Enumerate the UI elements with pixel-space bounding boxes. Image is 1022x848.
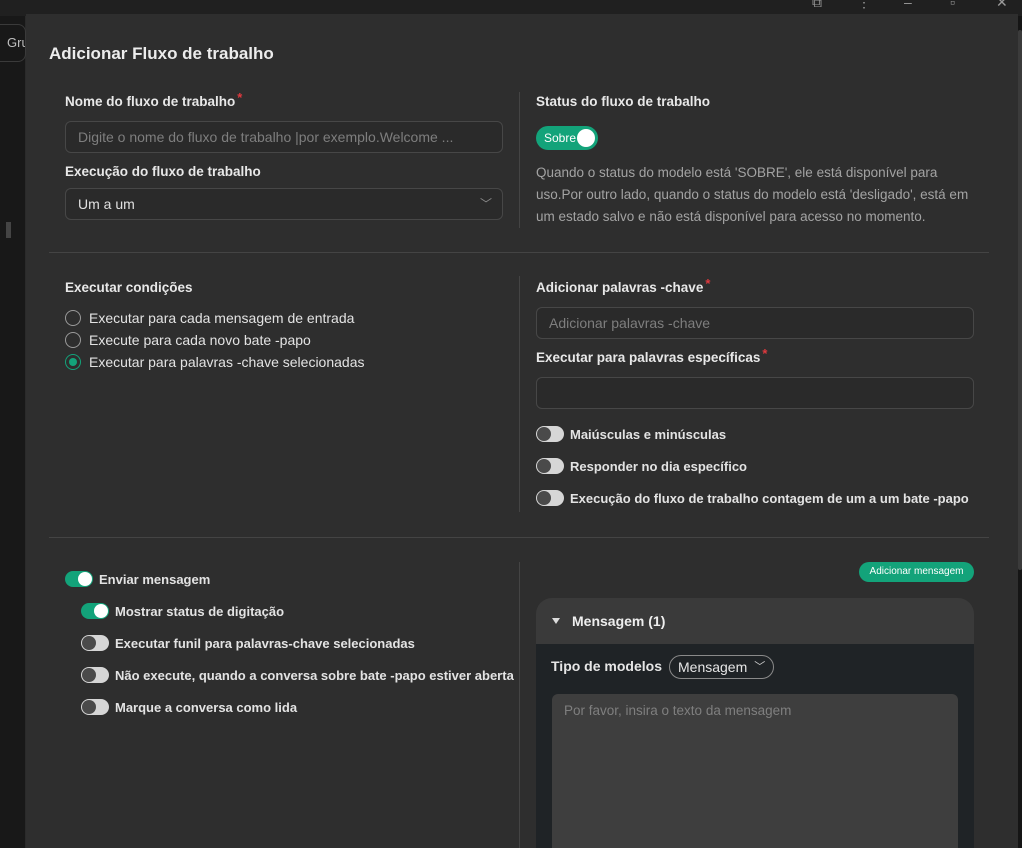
radio-icon[interactable] [65,332,81,348]
background-marker [6,222,11,238]
case-sensitive-switch[interactable]: Maiúsculas e minúsculas [536,426,726,442]
execution-value: Um a um [78,196,135,212]
message-panel-header[interactable]: Mensagem (1) [536,598,974,644]
keywords-input[interactable]: Adicionar palavras -chave [536,307,974,339]
specific-words-input[interactable] [536,377,974,409]
toggle-switch[interactable] [81,635,109,651]
send-message-switch[interactable]: Enviar mensagem [65,571,210,587]
share-icon[interactable]: ⧉ [812,0,822,11]
count-one-to-one-switch[interactable]: Execução do fluxo de trabalho contagem d… [536,490,969,506]
column-divider [519,562,520,848]
dont-execute-switch[interactable]: Não execute, quando a conversa sobre bat… [81,667,514,683]
workflow-name-label: Nome do fluxo de trabalho * [65,90,243,109]
toggle-knob [577,129,595,147]
message-text-area[interactable]: Por favor, insira o texto da mensagem [552,694,958,848]
toggle-switch[interactable] [536,426,564,442]
more-icon[interactable]: ⋮ [857,0,871,11]
specific-day-switch[interactable]: Responder no dia específico [536,458,747,474]
message-panel: Mensagem (1) Tipo de modelos Mensagem ﹀ … [536,598,974,848]
scrollbar[interactable] [1018,30,1022,570]
mark-read-switch[interactable]: Marque a conversa como lida [81,699,297,715]
funnel-switch[interactable]: Executar funil para palavras-chave selec… [81,635,415,651]
radio-icon[interactable] [65,310,81,326]
add-workflow-modal: Adicionar Fluxo de trabalho Nome do flux… [26,14,1018,848]
condition-option[interactable]: Executar para cada mensagem de entrada [65,310,354,326]
template-type-label: Tipo de modelos [551,658,662,674]
background-sidebar [0,16,26,848]
column-divider [519,276,520,512]
maximize-icon[interactable]: ▫ [950,0,955,10]
chevron-down-icon: ﹀ [479,197,492,211]
status-label: Status do fluxo de trabalho [536,94,711,109]
column-divider [519,92,520,228]
condition-option[interactable]: Executar para palavras -chave selecionad… [65,354,365,370]
minimize-icon[interactable]: – [904,0,912,10]
close-window-icon[interactable]: ✕ [996,0,1008,11]
toggle-switch[interactable] [536,458,564,474]
status-description: Quando o status do modelo está 'SOBRE', … [536,165,969,224]
condition-option[interactable]: Execute para cada novo bate -papo [65,332,311,348]
keywords-label: Adicionar palavras -chave * [536,276,711,295]
add-message-button[interactable]: Adicionar mensagem [859,562,974,582]
modal-title: Adicionar Fluxo de trabalho [49,44,274,63]
background-tab[interactable]: Gru [0,24,26,62]
specific-words-label: Executar para palavras específicas * [536,346,768,365]
chevron-down-icon: ﹀ [754,661,766,673]
workflow-name-input[interactable]: Digite o nome do fluxo de trabalho |por … [65,121,503,153]
status-toggle[interactable]: Sobre [536,126,598,150]
toggle-switch[interactable] [536,490,564,506]
typing-status-switch[interactable]: Mostrar status de digitação [81,603,284,619]
toggle-switch[interactable] [65,571,93,587]
conditions-label: Executar condições [65,280,193,295]
section-divider [49,537,989,538]
execution-select[interactable]: Um a um ﹀ [65,188,503,220]
toggle-switch[interactable] [81,699,109,715]
toggle-switch[interactable] [81,603,109,619]
template-type-select[interactable]: Mensagem ﹀ [669,655,775,679]
section-divider [49,252,989,253]
status-toggle-text: Sobre [544,131,577,145]
execution-label: Execução do fluxo de trabalho [65,164,261,179]
message-panel-body: Tipo de modelos Mensagem ﹀ Por favor, in… [536,644,974,848]
caret-down-icon[interactable] [552,618,560,624]
radio-selected-icon[interactable] [65,354,81,370]
toggle-switch[interactable] [81,667,109,683]
